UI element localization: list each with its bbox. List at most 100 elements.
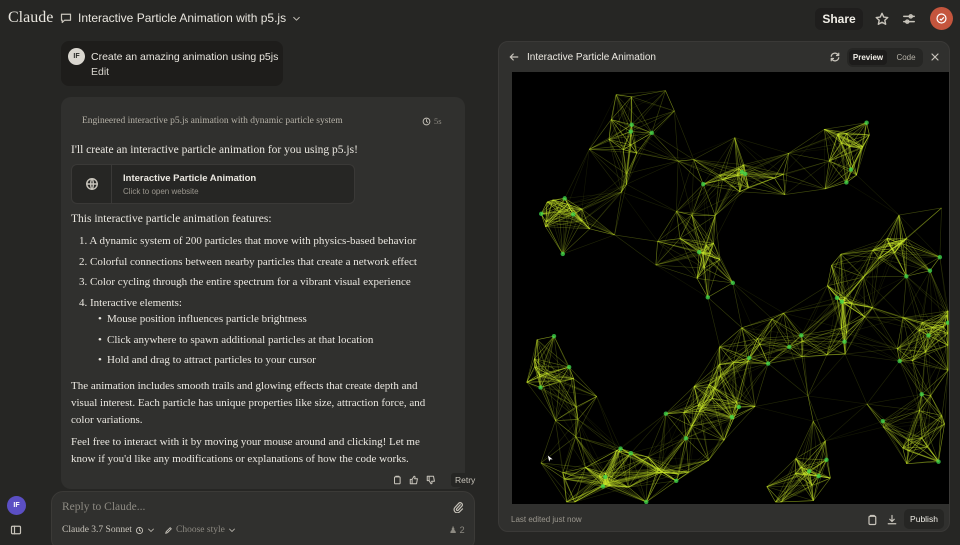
network-line [866,403,883,422]
network-line [616,90,666,95]
network-line [655,264,705,269]
network-line [757,318,773,339]
particle-glow [919,392,924,397]
network-line [754,363,769,407]
publish-button[interactable]: Publish [904,509,944,529]
network-line [906,270,930,277]
user-avatar: IF [68,48,85,65]
list-item: 2. Colorful connections between nearby p… [79,255,417,268]
network-line [898,215,907,277]
thumbs-down-icon[interactable] [424,473,438,487]
network-line [631,96,675,112]
network-line [866,403,920,411]
network-line [655,211,677,266]
network-line [693,137,735,160]
features-heading: This interactive particle animation feat… [71,213,272,225]
back-arrow-icon[interactable] [508,51,520,63]
particle-glow [842,339,847,344]
brand-logo[interactable]: Claude [8,9,53,27]
count-label: 2 [459,525,465,535]
refresh-icon[interactable] [829,51,841,63]
network-line [614,234,657,266]
network-line [825,426,884,442]
network-line [526,339,538,383]
network-line [732,282,784,314]
particle-glow [848,167,854,172]
thumbs-up-icon[interactable] [407,473,421,487]
style-selector[interactable]: Choose style [164,525,236,535]
network-line [807,395,814,422]
thinking-time: 5s [422,116,442,126]
user-menu-icon[interactable] [930,7,953,30]
network-line [626,160,679,175]
network-line [754,395,809,407]
network-line [743,164,786,195]
network-line [616,94,632,98]
network-line [824,146,864,190]
share-button[interactable]: Share [815,8,863,30]
reply-input[interactable]: Reply to Claude... [62,501,145,513]
particle-glow [628,129,633,134]
copy-icon[interactable] [866,514,878,526]
list-item: 1. A dynamic system of 200 particles tha… [79,235,417,247]
clock-icon [422,117,431,125]
paragraph-effects: The animation includes smooth trails and… [71,380,426,426]
network-line [825,403,868,442]
globe-icon [72,165,112,203]
assistant-intro: I'll create an interactive particle anim… [71,144,358,156]
model-selector[interactable]: Claude 3.7 Sonnet [62,525,155,535]
particle-glow [844,180,849,185]
style-label: Choose style [176,525,225,535]
network-line [912,360,949,371]
model-name: Claude 3.7 Sonnet [62,525,132,535]
particle-glow [701,182,706,187]
particle-glow [936,459,941,464]
star-icon[interactable] [872,9,892,29]
network-line [825,420,883,442]
edit-message-button[interactable]: Edit [91,66,109,78]
network-line [929,256,941,271]
list-item: Hold and drag to attract particles to yo… [71,353,451,374]
particle-glow [649,130,654,136]
network-line [616,94,675,112]
tab-code[interactable]: Code [891,50,921,65]
thinking-summary[interactable]: Engineered interactive p5.js animation w… [82,116,343,126]
network-line [747,361,756,407]
network-line [657,211,677,242]
retry-button[interactable]: Retry [451,473,480,487]
network-line [575,406,617,451]
sliders-icon[interactable] [899,9,919,29]
extended-thinking-icon [135,526,143,534]
network-line [846,182,900,216]
network-line [912,360,923,395]
paperclip-icon[interactable] [452,501,464,513]
network-line [677,160,704,185]
animation-canvas[interactable] [512,72,949,504]
chat-title-dropdown[interactable]: Interactive Particle Animation with p5.j… [60,11,301,25]
message-actions: Retry [390,473,480,487]
artifact-card[interactable]: Interactive Particle Animation Click to … [71,164,355,204]
network-line [783,312,802,336]
chevron-down-icon [293,16,300,21]
user-message-text: Create an amazing animation using p5js [91,51,279,63]
particle-glow [897,358,902,364]
attachment-count[interactable]: ♟ 2 [449,525,465,536]
network-line [630,90,666,132]
network-line [788,152,830,162]
network-line [608,139,631,146]
paragraph-closing: Feel free to interact with it by moving … [71,436,420,465]
particle-glow [880,418,885,424]
sidebar-toggle-icon[interactable] [10,524,22,536]
network-line [801,334,845,342]
interactive-items-list: Mouse position influences particle brigh… [71,312,451,374]
download-icon[interactable] [886,514,898,526]
particle-glow [674,478,679,484]
particle-glow [628,451,634,456]
particle-glow [618,446,623,451]
sidebar-user-avatar[interactable]: IF [7,496,26,515]
network-line [626,184,677,212]
copy-icon[interactable] [390,473,404,487]
network-line [837,122,867,134]
tab-preview[interactable]: Preview [849,50,887,65]
close-icon[interactable] [929,51,941,63]
